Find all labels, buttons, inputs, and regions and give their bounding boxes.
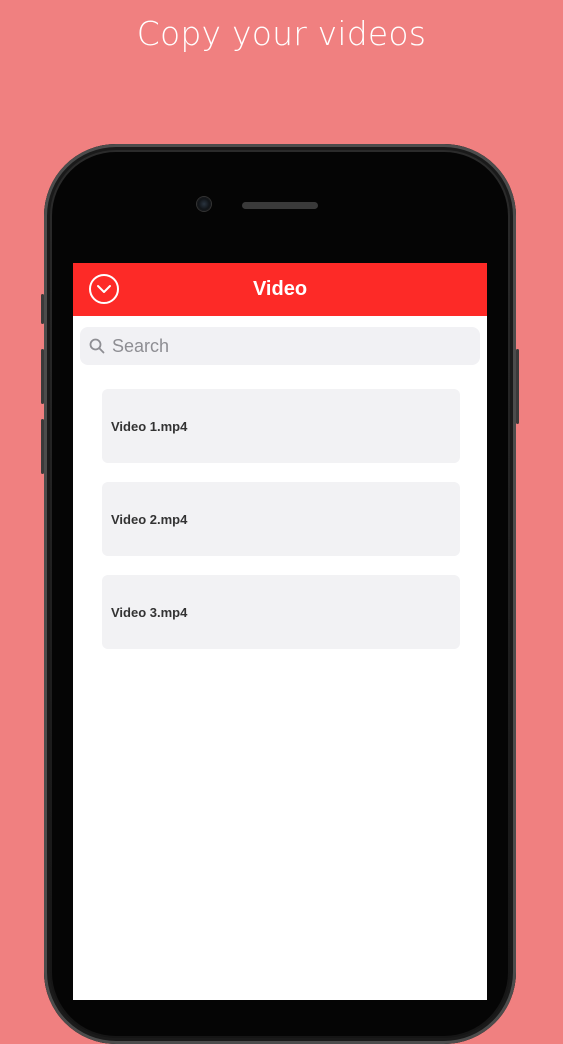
chevron-down-circle-icon[interactable]: [89, 274, 119, 304]
app-screen: Video Video 1.mp4 Video 2.mp4 Video 3.mp…: [73, 263, 487, 1000]
search-input[interactable]: [112, 335, 472, 357]
search-icon: [88, 337, 106, 355]
search-bar[interactable]: [80, 327, 480, 365]
promo-caption: Copy your videos: [136, 14, 427, 53]
video-name: Video 2.mp4: [111, 511, 188, 527]
video-list: Video 1.mp4 Video 2.mp4 Video 3.mp4: [102, 389, 460, 668]
volume-up-button: [41, 349, 44, 404]
phone-frame: Video Video 1.mp4 Video 2.mp4 Video 3.mp…: [41, 144, 519, 1044]
list-item[interactable]: Video 2.mp4: [102, 482, 460, 556]
video-name: Video 3.mp4: [111, 604, 188, 620]
nav-bar: Video: [73, 263, 487, 316]
list-item[interactable]: Video 1.mp4: [102, 389, 460, 463]
list-item[interactable]: Video 3.mp4: [102, 575, 460, 649]
power-button: [516, 349, 519, 424]
earpiece-speaker: [242, 202, 318, 209]
mute-switch: [41, 294, 44, 324]
page-title: Video: [252, 278, 308, 300]
volume-down-button: [41, 419, 44, 474]
video-name: Video 1.mp4: [111, 418, 188, 434]
front-camera: [197, 197, 211, 211]
